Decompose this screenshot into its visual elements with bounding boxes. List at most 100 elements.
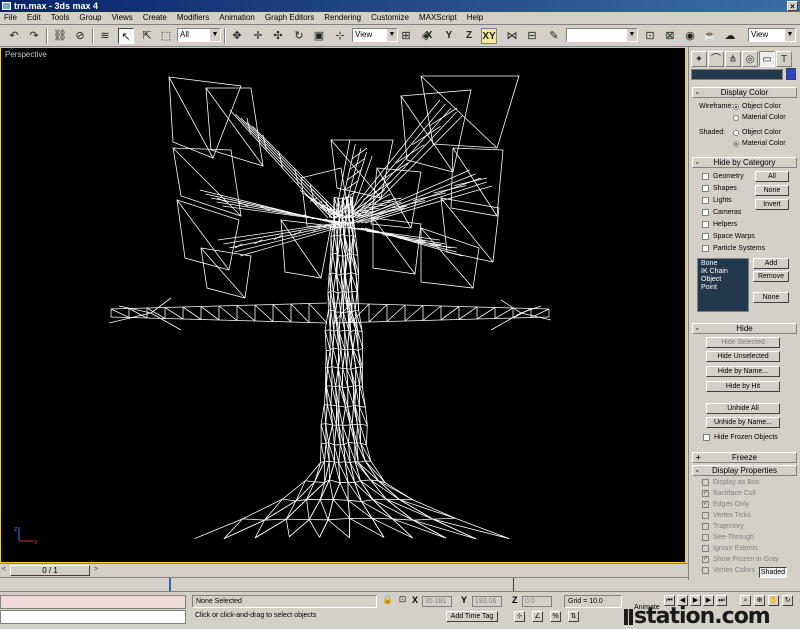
unlink-icon[interactable]: ⊘	[72, 28, 88, 44]
display-property-checkbox[interactable]	[702, 479, 709, 486]
display-property-checkbox[interactable]	[702, 545, 709, 552]
viewport-label[interactable]: Perspective	[5, 50, 47, 59]
hide-category-list[interactable]: Bone IK Chain Object Point	[697, 258, 749, 312]
list-add-button[interactable]: Add	[753, 258, 789, 269]
display-property-checkbox[interactable]	[702, 534, 709, 541]
display-property-checkbox[interactable]	[702, 567, 709, 574]
y-coord-input[interactable]: 193.06	[472, 596, 502, 607]
list-none-button[interactable]: None	[753, 292, 789, 303]
maxscript-listener-field[interactable]	[0, 595, 186, 609]
hide-shapes-checkbox[interactable]	[702, 185, 709, 192]
percent-snap-icon[interactable]: %	[550, 611, 561, 622]
hide-by-category-rollout-header[interactable]: - Hide by Category	[692, 157, 797, 168]
restrict-xy-button[interactable]: XY	[481, 28, 497, 44]
hide-none-button[interactable]: None	[755, 185, 789, 196]
reference-coordinate-dropdown[interactable]: View ▼	[352, 28, 398, 42]
shaded-button[interactable]: Shaded	[759, 567, 787, 578]
select-and-link-icon[interactable]: ⛓	[52, 28, 68, 44]
menu-rendering[interactable]: Rendering	[323, 12, 362, 24]
pivot-point-icon[interactable]: ⊞	[398, 28, 414, 44]
hide-by-hit-button[interactable]: Hide by Hit	[706, 381, 780, 392]
modify-tab-icon[interactable]: ⌒	[708, 51, 724, 67]
perspective-viewport[interactable]: Perspective z x	[0, 47, 686, 563]
hide-rollout-header[interactable]: - Hide	[692, 323, 797, 334]
select-object-icon[interactable]: ↖	[118, 28, 134, 44]
menu-file[interactable]: File	[3, 12, 18, 24]
material-icon[interactable]: ✎	[546, 28, 562, 44]
menu-maxscript[interactable]: MAXScript	[418, 12, 458, 24]
arc-rotate-icon[interactable]: ↻	[782, 595, 793, 606]
object-name-field[interactable]	[691, 69, 783, 80]
restrict-x-button[interactable]: X	[421, 28, 437, 44]
display-properties-rollout-header[interactable]: - Display Properties	[692, 465, 797, 476]
menu-customize[interactable]: Customize	[370, 12, 410, 24]
align-icon[interactable]: ⊟	[524, 28, 540, 44]
time-next-icon[interactable]: >	[94, 566, 98, 573]
spinner-snap-icon[interactable]: ⇅	[568, 611, 579, 622]
wireframe-material-color-radio[interactable]	[733, 115, 739, 121]
select-and-scale-icon[interactable]: ✣	[270, 28, 286, 44]
hide-lights-checkbox[interactable]	[702, 197, 709, 204]
menu-help[interactable]: Help	[466, 12, 484, 24]
list-item[interactable]: Bone	[701, 260, 745, 268]
transform-gizmo-icon[interactable]: ⊹	[332, 28, 348, 44]
utilities-tab-icon[interactable]: T	[776, 51, 792, 67]
angle-snap-icon[interactable]: ∠	[532, 611, 543, 622]
snap-toggle-icon[interactable]: ⊹	[514, 611, 525, 622]
hierarchy-tab-icon[interactable]: ⋔	[725, 51, 741, 67]
hide-space-warps-checkbox[interactable]	[702, 233, 709, 240]
time-slider[interactable]: 0 / 1	[10, 565, 90, 576]
select-and-rotate-icon[interactable]: ✛	[250, 28, 266, 44]
restrict-y-button[interactable]: Y	[441, 28, 457, 44]
freeze-rollout-header[interactable]: + Freeze	[692, 452, 797, 463]
display-property-checkbox[interactable]: ✓	[702, 490, 709, 497]
rotate-view-icon[interactable]: ↻	[291, 28, 307, 44]
quick-render-icon[interactable]: ☁	[722, 28, 738, 44]
hide-selected-button[interactable]: Hide Selected	[706, 337, 780, 348]
uniform-scale-icon[interactable]: ▣	[311, 28, 327, 44]
display-color-rollout-header[interactable]: - Display Color	[692, 87, 797, 98]
hide-helpers-checkbox[interactable]	[702, 221, 709, 228]
menu-create[interactable]: Create	[142, 12, 168, 24]
select-by-name-icon[interactable]: ⇱	[139, 28, 155, 44]
material-editor-icon[interactable]: ◉	[682, 28, 698, 44]
list-remove-button[interactable]: Remove	[753, 271, 789, 282]
list-item[interactable]: IK Chain Object	[701, 268, 745, 284]
lock-selection-icon[interactable]: 🔒	[382, 594, 393, 605]
display-property-checkbox[interactable]	[702, 523, 709, 530]
selection-filter-dropdown[interactable]: All ▼	[177, 28, 221, 42]
render-type-dropdown[interactable]: View ▼	[748, 28, 796, 42]
hide-cameras-checkbox[interactable]	[702, 209, 709, 216]
time-prev-icon[interactable]: <	[2, 566, 6, 573]
display-property-checkbox[interactable]: ✓	[702, 501, 709, 508]
render-scene-icon[interactable]: ☕	[702, 28, 718, 44]
z-coord-input[interactable]: 0.0	[522, 596, 552, 607]
display-property-checkbox[interactable]: ✓	[702, 556, 709, 563]
list-item[interactable]: Point	[701, 284, 745, 292]
hide-by-name-button[interactable]: Hide by Name...	[706, 366, 780, 377]
create-tab-icon[interactable]: ✦	[691, 51, 707, 67]
hide-particle-systems-checkbox[interactable]	[702, 245, 709, 252]
shaded-material-color-radio[interactable]	[733, 141, 739, 147]
schematic-view-icon[interactable]: ⊠	[662, 28, 678, 44]
mirror-icon[interactable]: ⋈	[504, 28, 520, 44]
undo-icon[interactable]: ↶	[6, 28, 22, 44]
hide-all-button[interactable]: All	[755, 171, 789, 182]
unhide-by-name-button[interactable]: Unhide by Name...	[706, 417, 780, 428]
display-tab-icon[interactable]: ▭	[759, 51, 775, 67]
select-and-move-icon[interactable]: ✥	[229, 28, 245, 44]
redo-icon[interactable]: ↷	[26, 28, 42, 44]
menu-tools[interactable]: Tools	[50, 12, 71, 24]
absolute-mode-icon[interactable]: ⊡	[397, 594, 408, 605]
menu-modifiers[interactable]: Modifiers	[176, 12, 210, 24]
restrict-z-button[interactable]: Z	[461, 28, 477, 44]
hide-invert-button[interactable]: Invert	[755, 199, 789, 210]
menu-group[interactable]: Group	[78, 12, 102, 24]
motion-tab-icon[interactable]: ◎	[742, 51, 758, 67]
menu-views[interactable]: Views	[111, 12, 134, 24]
hide-frozen-objects-checkbox[interactable]	[703, 434, 710, 441]
object-color-swatch[interactable]	[786, 68, 796, 80]
wireframe-object-color-radio[interactable]	[733, 104, 739, 110]
bind-space-warp-icon[interactable]: ≋	[97, 28, 113, 44]
hide-geometry-checkbox[interactable]	[702, 173, 709, 180]
